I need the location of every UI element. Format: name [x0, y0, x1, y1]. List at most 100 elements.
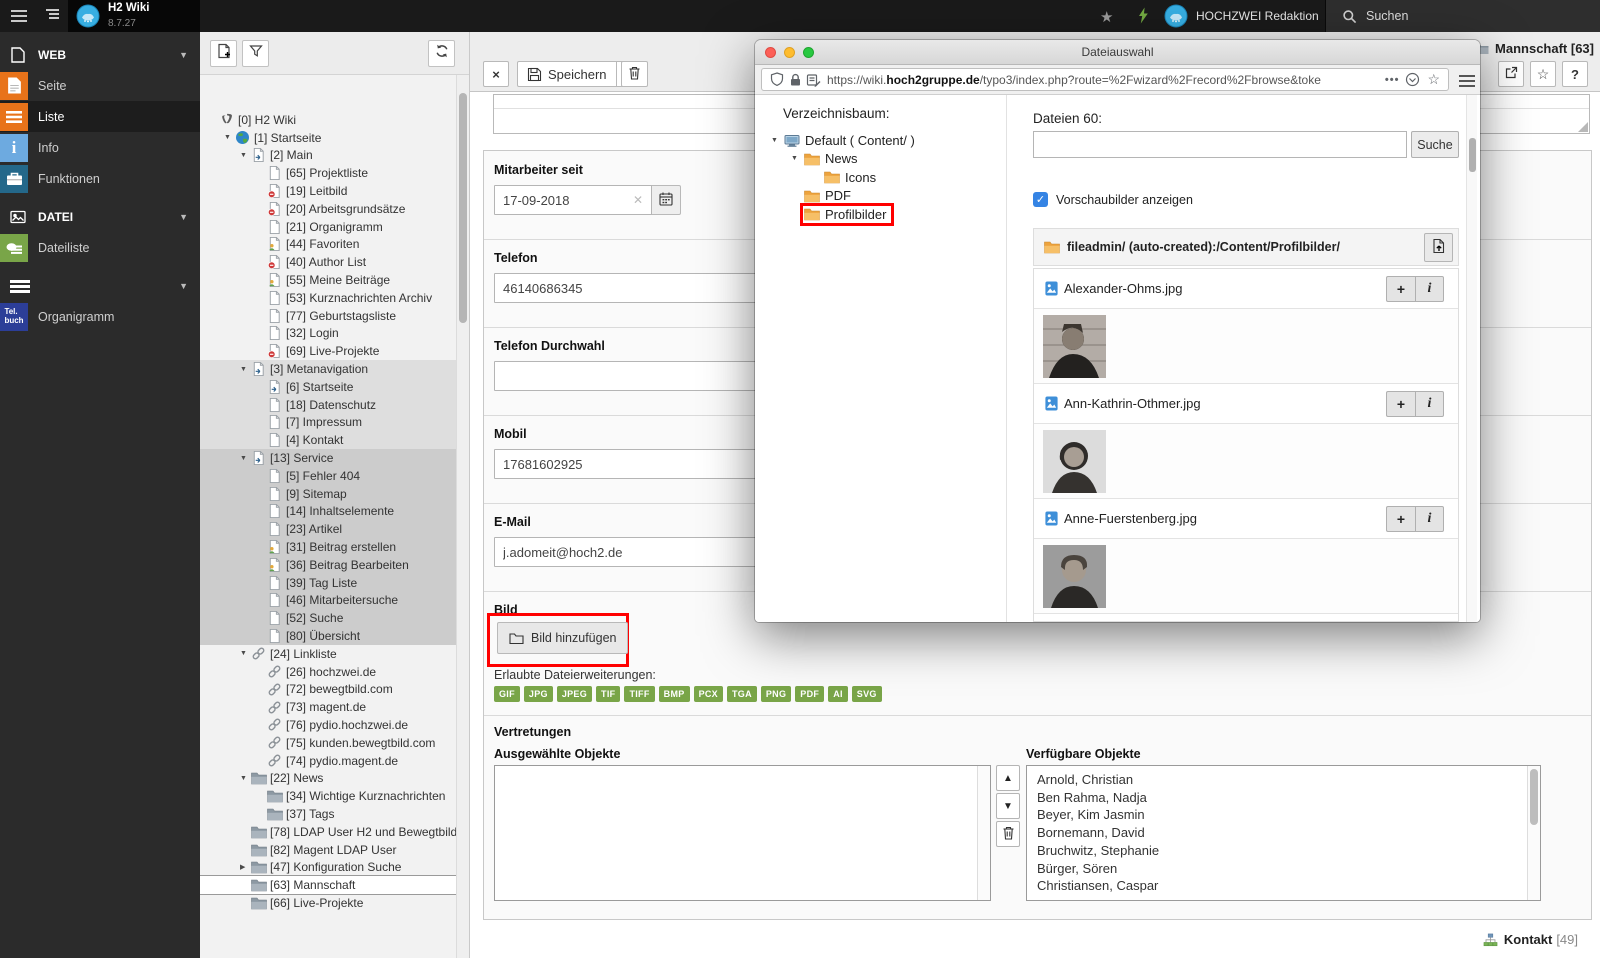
- add-file-button[interactable]: +: [1386, 276, 1415, 302]
- selected-objects-listbox[interactable]: [494, 765, 991, 901]
- sidebar-item-info[interactable]: iInfo: [0, 132, 200, 163]
- page-tree-item[interactable]: [72] bewegtbild.com: [200, 681, 456, 699]
- page-tree-item[interactable]: [53] Kurznachrichten Archiv: [200, 289, 456, 307]
- page-tree-item[interactable]: [52] Suche: [200, 609, 456, 627]
- tree-caret-icon[interactable]: ▼: [240, 152, 251, 159]
- pocket-icon[interactable]: [1405, 72, 1420, 87]
- tree-caret-icon[interactable]: ▼: [224, 134, 235, 141]
- move-down-button[interactable]: ▼: [996, 793, 1020, 819]
- file-thumbnail[interactable]: [1043, 430, 1106, 493]
- filter-button[interactable]: [242, 40, 269, 67]
- tree-caret-icon[interactable]: ▼: [240, 775, 251, 782]
- available-object-option[interactable]: Arnold, Christian: [1037, 771, 1530, 789]
- modal-scrollbar[interactable]: [1466, 95, 1477, 622]
- tree-caret-icon[interactable]: ▼: [240, 455, 251, 462]
- page-tree-item[interactable]: [40] Author List: [200, 253, 456, 271]
- page-tree-item[interactable]: [31] Beitrag erstellen: [200, 538, 456, 556]
- available-object-option[interactable]: Bornemann, David: [1037, 824, 1530, 842]
- file-search-input[interactable]: [1033, 131, 1407, 158]
- page-tree-item[interactable]: [66] Live-Projekte: [200, 894, 456, 912]
- page-tree-item[interactable]: [39] Tag Liste: [200, 574, 456, 592]
- window-titlebar[interactable]: Dateiauswahl: [755, 40, 1480, 65]
- page-tree-item[interactable]: ▼[22] News: [200, 769, 456, 787]
- directory-item-pdf[interactable]: PDF: [755, 187, 1006, 206]
- add-file-button[interactable]: +: [1386, 506, 1415, 532]
- sidebar-item-funktionen[interactable]: Funktionen: [0, 163, 200, 194]
- bookmark-page-icon[interactable]: ☆: [1427, 71, 1440, 88]
- page-tree-item[interactable]: [36] Beitrag Bearbeiten: [200, 556, 456, 574]
- file-thumbnail-row[interactable]: [1034, 539, 1458, 614]
- browser-menu-icon[interactable]: [1459, 72, 1475, 95]
- directory-item-news[interactable]: ▼News: [755, 150, 1006, 169]
- directory-item-icons[interactable]: Icons: [755, 168, 1006, 187]
- remove-item-button[interactable]: [996, 821, 1020, 847]
- available-scrollbar-thumb[interactable]: [1530, 769, 1538, 825]
- page-tree-item[interactable]: [6] Startseite: [200, 378, 456, 396]
- page-tree-item[interactable]: [69] Live-Projekte: [200, 342, 456, 360]
- file-thumbnail[interactable]: [1043, 545, 1106, 608]
- zoom-window-icon[interactable]: [803, 47, 814, 58]
- page-tree-item[interactable]: [82] Magent LDAP User: [200, 841, 456, 859]
- available-scrollbar[interactable]: [1527, 766, 1540, 900]
- bookmark-star-icon[interactable]: ★: [1100, 8, 1113, 26]
- pagetree-toggle-button[interactable]: [38, 0, 68, 32]
- page-tree-item[interactable]: [21] Organigramm: [200, 218, 456, 236]
- page-tree-item[interactable]: [80] Übersicht: [200, 627, 456, 645]
- tree-caret-icon[interactable]: ▶: [240, 863, 251, 871]
- page-tree-item[interactable]: [0] H2 Wiki: [200, 111, 456, 129]
- close-window-icon[interactable]: [765, 47, 776, 58]
- page-tree-item[interactable]: [77] Geburtstagsliste: [200, 307, 456, 325]
- bookmark-button[interactable]: ☆: [1530, 61, 1556, 87]
- permissions-icon[interactable]: [806, 73, 821, 87]
- page-tree-item[interactable]: [34] Wichtige Kurznachrichten: [200, 787, 456, 805]
- sidebar-item-dateiliste[interactable]: Dateiliste: [0, 232, 200, 263]
- tree-caret-icon[interactable]: ▼: [771, 137, 784, 144]
- file-info-button[interactable]: i: [1415, 391, 1444, 417]
- refresh-button[interactable]: [428, 40, 455, 67]
- tree-scrollbar-thumb[interactable]: [459, 93, 467, 323]
- clear-cache-bolt-icon[interactable]: [1136, 7, 1150, 29]
- page-tree-item[interactable]: [55] Meine Beiträge: [200, 271, 456, 289]
- move-up-button[interactable]: ▲: [996, 765, 1020, 791]
- app-logo-block[interactable]: H2 Wiki 8.7.27: [68, 0, 200, 32]
- page-tree-item[interactable]: [26] hochzwei.de: [200, 663, 456, 681]
- directory-item-default[interactable]: ▼Default ( Content/ ): [755, 131, 1006, 150]
- menu-toggle-button[interactable]: [4, 0, 34, 32]
- module-section-header-datei[interactable]: DATEI▼: [0, 202, 200, 232]
- page-actions-icon[interactable]: •••: [1385, 74, 1400, 86]
- page-tree-item[interactable]: [18] Datenschutz: [200, 396, 456, 414]
- sidebar-item-seite[interactable]: Seite: [0, 70, 200, 101]
- module-section-header-web[interactable]: WEB▼: [0, 40, 200, 70]
- tree-caret-icon[interactable]: ▼: [240, 650, 251, 657]
- page-tree-item[interactable]: [75] kunden.bewegtbild.com: [200, 734, 456, 752]
- page-tree-item[interactable]: ▼[1] Startseite: [200, 129, 456, 147]
- file-row[interactable]: Alexander-Ohms.jpg+i: [1034, 269, 1458, 309]
- add-image-button[interactable]: Bild hinzufügen: [497, 622, 628, 654]
- file-info-button[interactable]: i: [1415, 276, 1444, 302]
- page-tree-item[interactable]: [23] Artikel: [200, 520, 456, 538]
- file-row[interactable]: Anne-Fuerstenberg.jpg+i: [1034, 499, 1458, 539]
- sidebar-item-liste[interactable]: Liste: [0, 101, 200, 132]
- file-info-button[interactable]: i: [1415, 506, 1444, 532]
- directory-item-profilbilder[interactable]: Profilbilder: [755, 205, 1006, 224]
- upload-files-button[interactable]: [1424, 233, 1453, 262]
- page-tree-item[interactable]: [20] Arbeitsgrundsätze: [200, 200, 456, 218]
- page-tree-item[interactable]: [14] Inhaltselemente: [200, 503, 456, 521]
- available-object-option[interactable]: Beyer, Kim Jasmin: [1037, 806, 1530, 824]
- thumbnails-checkbox[interactable]: ✓: [1033, 192, 1048, 207]
- page-tree-item[interactable]: [76] pydio.hochzwei.de: [200, 716, 456, 734]
- page-tree-item[interactable]: [32] Login: [200, 325, 456, 343]
- page-tree-item[interactable]: [73] magent.de: [200, 698, 456, 716]
- page-tree-item[interactable]: [63] Mannschaft: [200, 876, 456, 894]
- date-input[interactable]: [494, 185, 652, 215]
- topbar-search[interactable]: Suchen: [1325, 0, 1600, 32]
- open-in-new-button[interactable]: [1498, 61, 1524, 87]
- page-tree-item[interactable]: [44] Favoriten: [200, 236, 456, 254]
- page-tree-item[interactable]: ▼[13] Service: [200, 449, 456, 467]
- tree-caret-icon[interactable]: ▼: [791, 155, 804, 162]
- page-tree-item[interactable]: [46] Mitarbeitersuche: [200, 592, 456, 610]
- available-objects-listbox[interactable]: Arnold, ChristianBen Rahma, NadjaBeyer, …: [1026, 765, 1541, 901]
- datepicker-button[interactable]: [651, 185, 681, 215]
- page-tree-item[interactable]: [19] Leitbild: [200, 182, 456, 200]
- clear-date-icon[interactable]: ✕: [633, 193, 643, 207]
